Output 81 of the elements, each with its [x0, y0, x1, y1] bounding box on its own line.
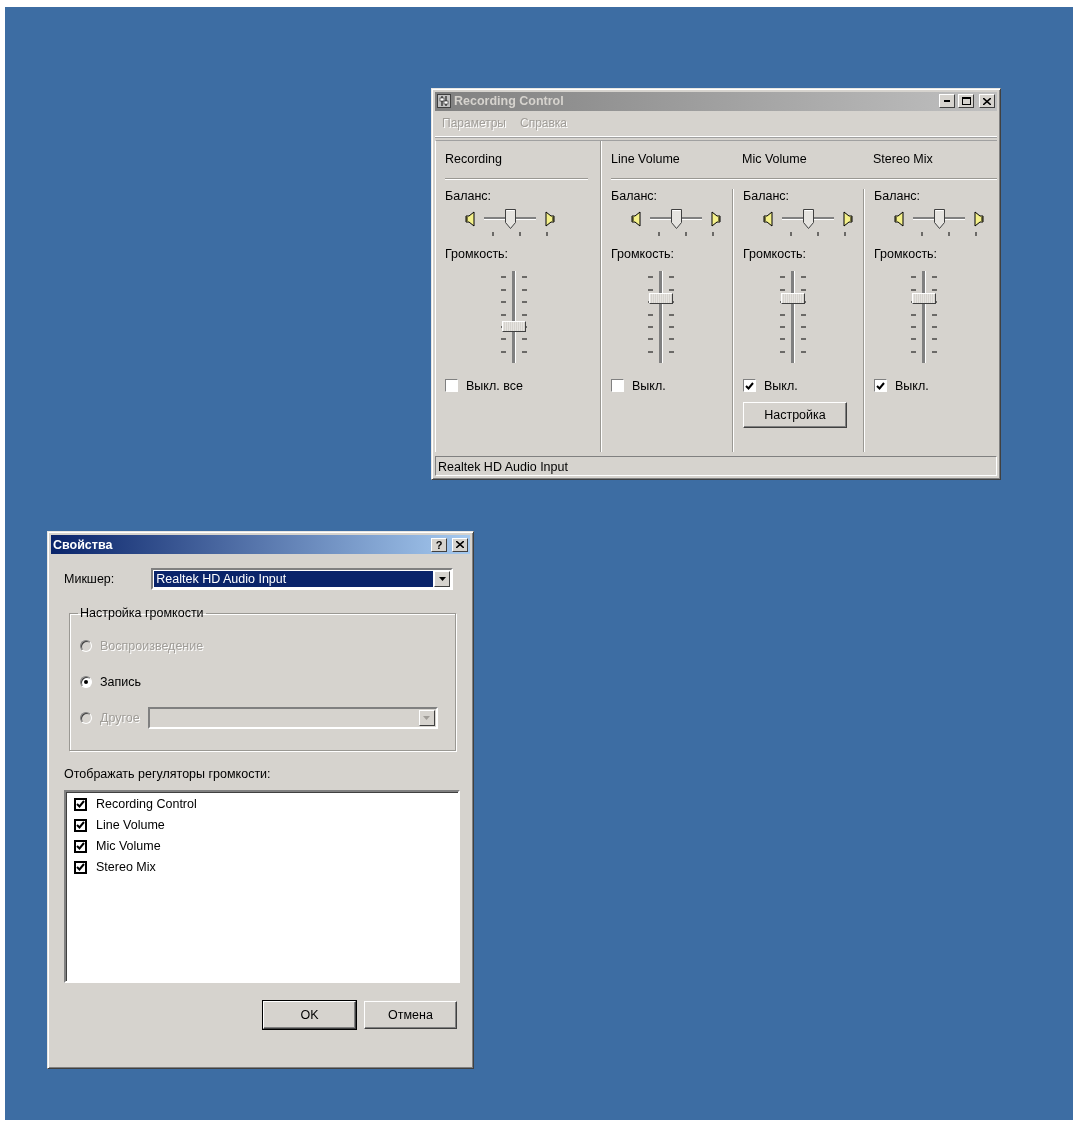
volume-slider[interactable]	[912, 270, 936, 363]
mixer-label: Микшер:	[64, 572, 115, 586]
speaker-icon	[710, 210, 721, 227]
checkbox[interactable]	[743, 379, 756, 393]
radio-label: Запись	[100, 675, 141, 689]
check-mark-icon	[876, 381, 885, 390]
mixer-dropdown[interactable]: Realtek HD Audio Input	[151, 568, 454, 590]
checkbox[interactable]	[874, 379, 887, 393]
volume-label: Громкость:	[611, 246, 675, 261]
dropdown-arrow-button[interactable]	[434, 571, 451, 587]
close-button[interactable]	[979, 94, 995, 109]
speaker-icon	[631, 210, 642, 227]
checkbox-label: Выкл.	[895, 378, 929, 393]
minimize-icon	[944, 100, 950, 103]
help-button[interactable]: ?	[431, 537, 447, 552]
window-title: Свойства	[53, 537, 114, 552]
volume-label: Громкость:	[743, 246, 807, 261]
group-title: Настройка громкости	[79, 606, 205, 620]
list-label: Отображать регуляторы громкости:	[64, 767, 272, 781]
speaker-icon	[842, 210, 853, 227]
device-dropdown[interactable]	[147, 707, 438, 729]
balance-slider[interactable]	[650, 208, 702, 229]
settings-button[interactable]: Настройка	[743, 401, 847, 428]
list-item[interactable]: Line Volume	[96, 818, 165, 832]
check-mark-icon	[76, 821, 85, 829]
check-mark-icon	[745, 381, 754, 390]
list-item[interactable]: Mic Volume	[96, 839, 161, 853]
slider-thumb[interactable]	[670, 208, 682, 229]
list-item[interactable]: Stereo Mix	[96, 860, 156, 874]
balance-label: Баланс:	[743, 188, 790, 203]
radio-button[interactable]	[80, 676, 92, 688]
maximize-button[interactable]	[958, 94, 974, 109]
checkbox[interactable]	[611, 379, 624, 393]
speaker-icon	[544, 210, 555, 227]
checkbox-label: Выкл.	[764, 378, 798, 393]
balance-label: Баланс:	[445, 188, 492, 203]
volume-slider[interactable]	[781, 270, 805, 363]
slider-thumb[interactable]	[802, 208, 814, 229]
speaker-icon	[465, 210, 476, 227]
window-title: Recording Control	[454, 94, 565, 109]
balance-label: Баланс:	[611, 188, 658, 203]
checkbox[interactable]	[74, 860, 87, 874]
slider-thumb[interactable]	[933, 208, 945, 229]
close-icon	[983, 97, 991, 105]
speaker-icon	[973, 210, 984, 227]
check-mark-icon	[76, 842, 85, 850]
close-button[interactable]	[452, 537, 468, 552]
check-mark-icon	[76, 863, 85, 871]
minimize-button[interactable]	[939, 94, 955, 109]
slider-icon	[437, 94, 451, 109]
checkbox-label: Выкл.	[632, 378, 666, 393]
speaker-icon	[763, 210, 774, 227]
column-title: Mic Volume	[742, 152, 808, 167]
maximize-icon	[961, 97, 971, 106]
column-title: Stereo Mix	[873, 152, 934, 167]
slider-thumb[interactable]	[504, 208, 516, 229]
close-icon	[456, 541, 464, 548]
volume-label: Громкость:	[874, 246, 938, 261]
column-title: Line Volume	[611, 152, 681, 167]
volume-label: Громкость:	[445, 246, 509, 261]
check-mark-icon	[76, 800, 85, 808]
balance-slider[interactable]	[484, 208, 536, 229]
caret-icon	[438, 577, 446, 581]
status-bar: Realtek HD Audio Input	[435, 456, 997, 476]
speaker-icon	[894, 210, 905, 227]
checkbox[interactable]	[74, 839, 87, 853]
checkbox-label: Выкл. все	[466, 378, 523, 393]
volume-slider[interactable]	[502, 270, 526, 363]
volume-slider[interactable]	[649, 270, 673, 363]
caret-icon	[423, 716, 431, 720]
checkbox[interactable]	[74, 797, 87, 811]
column-title: Recording	[445, 152, 503, 167]
balance-slider[interactable]	[913, 208, 965, 229]
checkbox[interactable]	[74, 818, 87, 832]
list-item[interactable]: Recording Control	[96, 797, 197, 811]
balance-label: Баланс:	[874, 188, 921, 203]
dropdown-arrow-button[interactable]	[418, 710, 435, 726]
checkbox[interactable]	[445, 379, 458, 393]
ok-button[interactable]: OK	[263, 1001, 356, 1029]
cancel-button[interactable]: Отмена	[364, 1001, 457, 1029]
balance-slider[interactable]	[782, 208, 834, 229]
